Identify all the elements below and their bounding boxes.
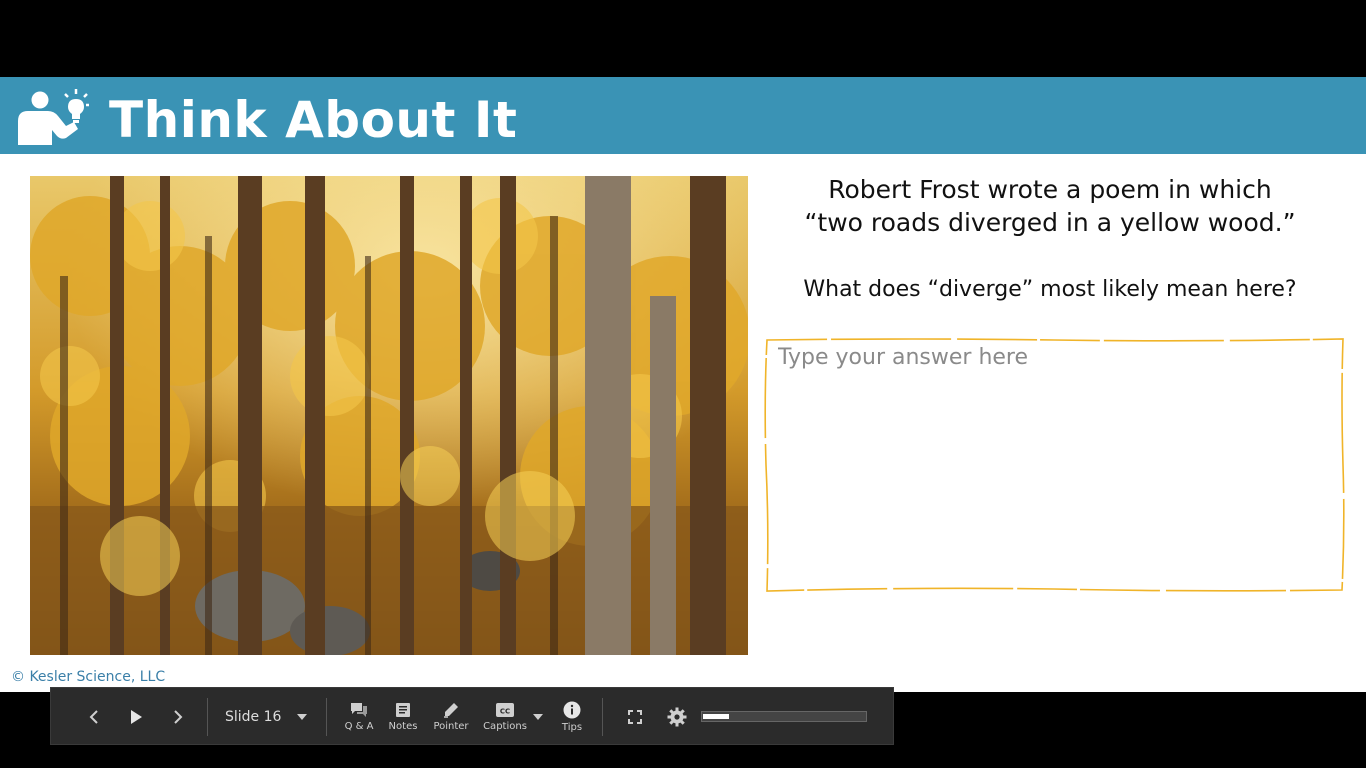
settings-button[interactable] — [663, 688, 691, 746]
pointer-button[interactable]: Pointer — [429, 688, 473, 746]
tips-button[interactable]: Tips — [557, 688, 587, 746]
pointer-label: Pointer — [433, 721, 469, 732]
chevron-left-icon — [89, 710, 98, 724]
toolbar-divider — [326, 698, 327, 736]
closed-captions-icon: CC — [496, 703, 514, 717]
captions-label: Captions — [483, 721, 527, 732]
caret-down-icon — [533, 714, 543, 720]
chat-bubbles-icon — [351, 703, 367, 717]
svg-text:CC: CC — [500, 708, 510, 716]
notes-icon — [396, 703, 410, 717]
qa-button[interactable]: Q & A — [339, 688, 379, 746]
toolbar-divider — [602, 698, 603, 736]
slide-canvas: Think About It Robert Frost wrote a poem… — [0, 77, 1366, 692]
toolbar-divider — [207, 698, 208, 736]
notes-button[interactable]: Notes — [385, 688, 421, 746]
fullscreen-button[interactable] — [621, 688, 649, 746]
thinking-person-icon — [14, 89, 94, 149]
notes-label: Notes — [388, 721, 418, 732]
slide-selector[interactable]: Slide 16 — [225, 688, 325, 746]
captions-options-button[interactable] — [531, 688, 545, 746]
play-button[interactable] — [121, 688, 151, 746]
previous-slide-button[interactable] — [79, 688, 109, 746]
qa-label: Q & A — [344, 721, 374, 732]
gear-icon — [667, 707, 687, 727]
title-banner: Think About It — [0, 77, 1366, 154]
prompt-line-2: “two roads diverged in a yellow wood.” — [804, 208, 1296, 237]
info-icon — [563, 701, 581, 719]
tips-label: Tips — [561, 722, 583, 733]
pen-pointer-icon — [444, 703, 458, 718]
slide-title: Think About It — [109, 91, 518, 149]
answer-input[interactable] — [778, 343, 1334, 583]
playback-progress-bar[interactable] — [701, 711, 867, 722]
presentation-stage: Think About It Robert Frost wrote a poem… — [0, 0, 1366, 768]
player-toolbar: Slide 16 Q & A Notes Pointer CC Captions… — [50, 687, 894, 745]
poem-prompt: Robert Frost wrote a poem in which “two … — [760, 173, 1340, 239]
autumn-forest-photo — [30, 176, 748, 655]
prompt-line-1: Robert Frost wrote a poem in which — [828, 175, 1272, 204]
captions-button[interactable]: CC Captions — [481, 688, 529, 746]
progress-fill — [703, 714, 729, 719]
chevron-right-icon — [174, 710, 183, 724]
copyright-text: © Kesler Science, LLC — [11, 669, 166, 685]
play-icon — [131, 710, 142, 724]
caret-down-icon — [297, 714, 307, 720]
question-text: What does “diverge” most likely mean her… — [803, 277, 1297, 302]
fullscreen-icon — [628, 710, 642, 724]
next-slide-button[interactable] — [163, 688, 193, 746]
slide-selector-label: Slide 16 — [225, 709, 282, 725]
